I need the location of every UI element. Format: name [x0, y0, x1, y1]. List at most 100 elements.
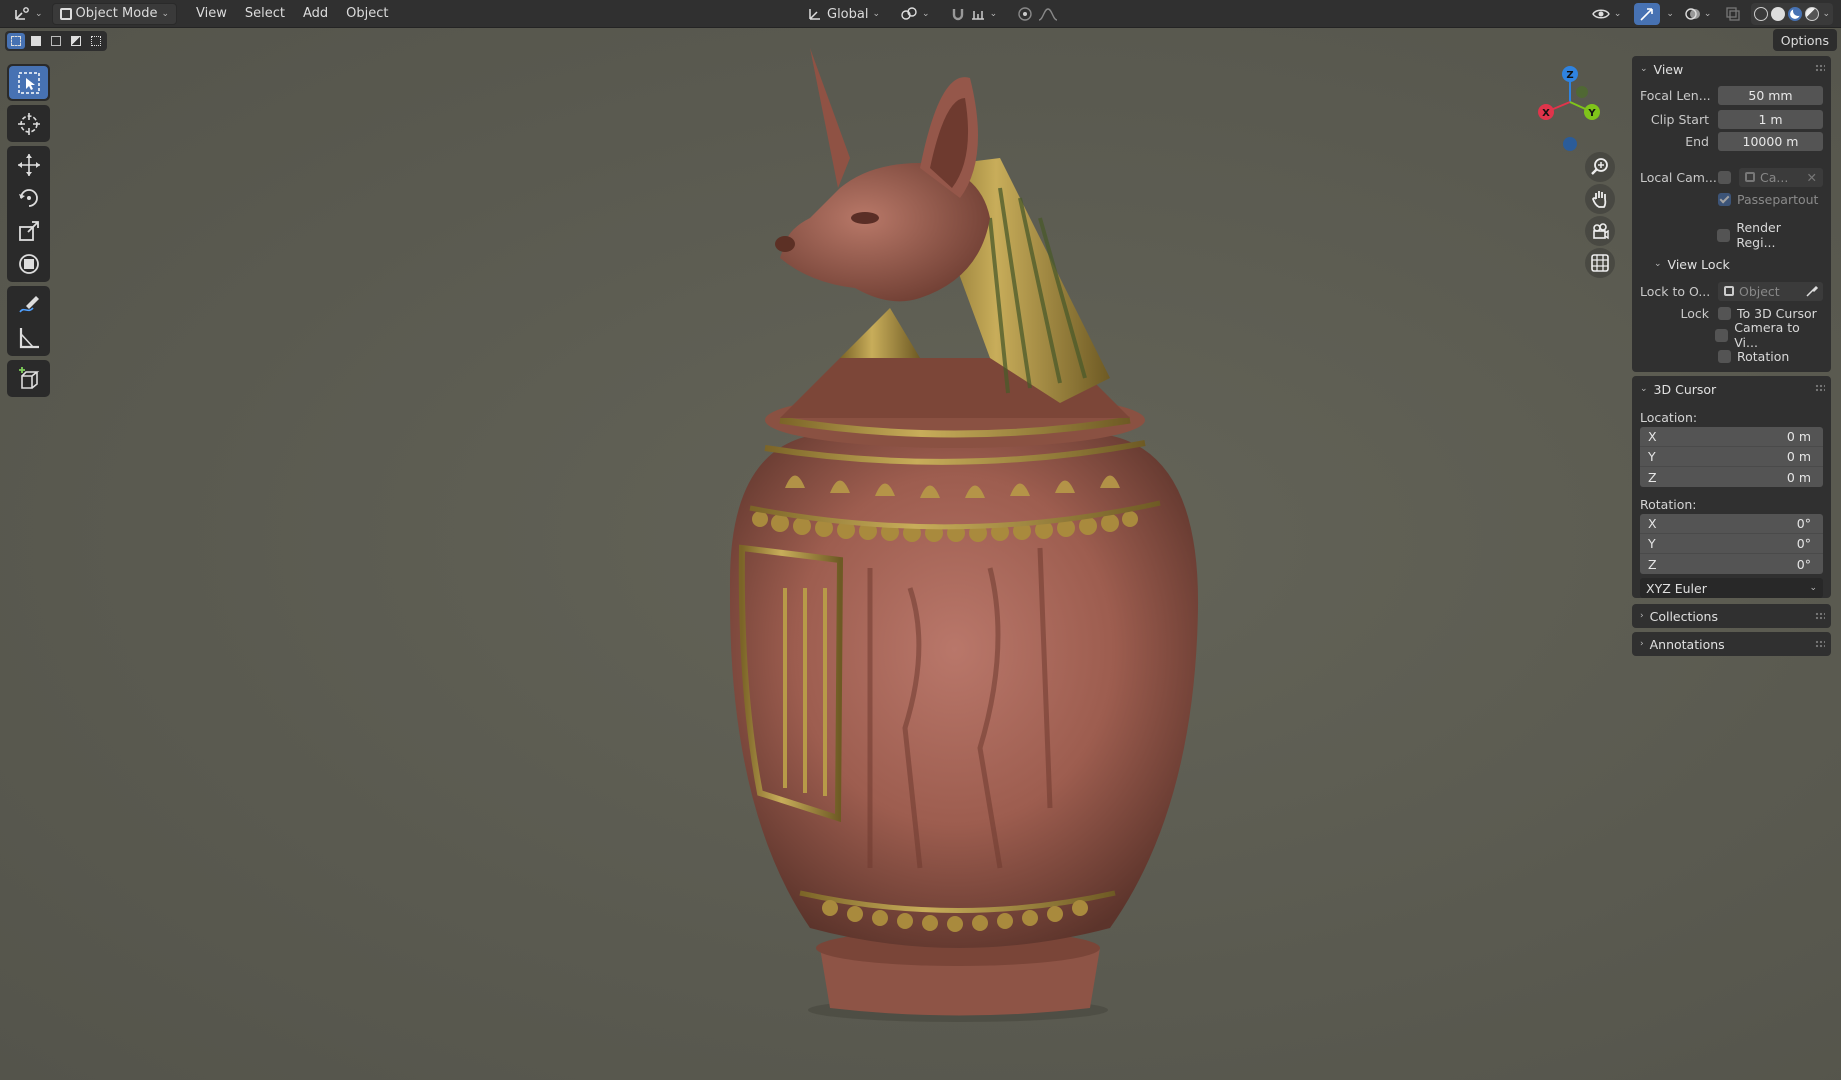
pivot-point-dropdown[interactable]: ⌄ — [893, 3, 937, 25]
drag-handle-icon[interactable] — [1815, 612, 1825, 620]
gizmo-toggle[interactable] — [1634, 3, 1661, 25]
pivot-icon — [901, 7, 917, 20]
snap-toggle[interactable]: ⌄ — [943, 3, 1005, 25]
local-camera-field[interactable]: Ca... ✕ — [1739, 167, 1823, 187]
gizmo-negative-y-axis[interactable] — [1576, 86, 1588, 98]
lock-to-3d-cursor-checkbox[interactable] — [1718, 306, 1731, 320]
view-panel-title: View — [1653, 61, 1684, 77]
move-arrows-icon — [17, 153, 40, 176]
chevron-down-icon: ⌄ — [989, 9, 998, 19]
rotation-y-field[interactable]: Y 0° — [1640, 534, 1823, 554]
menu-view[interactable]: View — [187, 3, 236, 25]
rotate-tool[interactable] — [9, 181, 48, 214]
scale-tool[interactable] — [9, 214, 48, 247]
object-mode-icon — [59, 7, 72, 20]
add-cube-tool[interactable] — [9, 362, 48, 395]
editor-type-button[interactable]: ⌄ — [6, 3, 50, 25]
lock-to-3d-cursor-option[interactable]: To 3D Cursor — [1718, 306, 1817, 321]
passepartout-checkbox[interactable] — [1718, 192, 1731, 206]
annotations-panel-header[interactable]: › Annotations — [1632, 632, 1831, 656]
location-y-field[interactable]: Y 0 m — [1640, 447, 1823, 467]
drag-handle-icon[interactable] — [1815, 64, 1825, 72]
cursor-tool[interactable] — [9, 107, 48, 140]
gizmo-negative-z-axis[interactable] — [1563, 137, 1577, 151]
focal-length-label: Focal Len... — [1640, 87, 1711, 103]
select-invert-mode[interactable] — [67, 33, 85, 49]
magnet-icon — [952, 9, 963, 21]
annotate-tool[interactable] — [9, 288, 48, 321]
overlays-toggle[interactable]: ⌄ — [1680, 3, 1716, 25]
proportional-editing-toggle[interactable] — [1010, 3, 1066, 25]
solid-shading-icon[interactable] — [1771, 7, 1786, 21]
lock-camera-to-view-checkbox[interactable] — [1715, 328, 1729, 342]
select-extend-mode[interactable] — [27, 33, 45, 49]
camera-view-button[interactable] — [1585, 216, 1615, 246]
lock-to-object-field[interactable]: Object — [1718, 281, 1823, 301]
annotations-panel: › Annotations — [1632, 632, 1831, 656]
lock-label: Lock — [1680, 305, 1709, 321]
select-intersect-mode[interactable] — [87, 33, 105, 49]
menu-select[interactable]: Select — [236, 3, 294, 25]
3d-cursor-panel-header[interactable]: ⌄ 3D Cursor — [1632, 376, 1831, 402]
drag-handle-icon[interactable] — [1815, 384, 1825, 392]
annotations-panel-title: Annotations — [1649, 636, 1725, 652]
mode-label: Object Mode — [75, 6, 158, 21]
transform-orientation-dropdown[interactable]: Global ⌄ — [800, 3, 887, 25]
eyedropper-icon[interactable] — [1805, 284, 1819, 298]
drag-handle-icon[interactable] — [1815, 640, 1825, 648]
xray-icon — [1726, 7, 1741, 21]
select-subtract-mode[interactable] — [47, 33, 65, 49]
render-region-option[interactable]: Render Regi... — [1717, 220, 1823, 250]
rotation-z-field[interactable]: Z 0° — [1640, 554, 1823, 574]
rendered-shading-icon[interactable] — [1805, 7, 1820, 21]
chevron-down-icon: ⌄ — [35, 8, 43, 19]
render-region-checkbox[interactable] — [1717, 228, 1731, 242]
orientation-label: Global — [827, 6, 869, 22]
lock-rotation-checkbox[interactable] — [1718, 349, 1731, 363]
chevron-down-icon[interactable]: ⌄ — [1822, 9, 1830, 19]
chevron-down-icon[interactable]: ⌄ — [1666, 9, 1674, 19]
view-panel-header[interactable]: ⌄ View — [1632, 56, 1831, 82]
collections-panel-header[interactable]: › Collections — [1632, 604, 1831, 628]
passepartout-option[interactable]: Passepartout — [1718, 192, 1818, 207]
xray-toggle[interactable] — [1721, 3, 1745, 25]
canopic-jar-model[interactable] — [690, 48, 1230, 1028]
move-tool[interactable] — [9, 148, 48, 181]
menu-add[interactable]: Add — [294, 3, 337, 25]
navigation-gizmo[interactable]: Z X Y — [1530, 62, 1610, 152]
options-button[interactable]: Options — [1772, 29, 1837, 51]
select-box-tool[interactable] — [9, 66, 48, 99]
eye-icon — [1591, 9, 1610, 19]
zoom-button[interactable] — [1585, 152, 1615, 182]
location-z-field[interactable]: Z 0 m — [1640, 467, 1823, 487]
mode-selector[interactable]: Object Mode ⌄ — [51, 2, 177, 25]
hand-icon — [1592, 191, 1607, 208]
focal-length-field[interactable]: 50 mm — [1718, 85, 1823, 105]
clear-icon[interactable]: ✕ — [1807, 168, 1817, 187]
lock-rotation-option[interactable]: Rotation — [1718, 349, 1789, 364]
axis-label: Z — [1648, 469, 1657, 485]
selection-mode-group — [5, 31, 107, 51]
select-new-mode[interactable] — [7, 33, 25, 49]
local-camera-checkbox[interactable] — [1718, 170, 1731, 184]
clip-end-label: End — [1685, 133, 1709, 149]
visibility-dropdown[interactable]: ⌄ — [1585, 3, 1629, 25]
pan-button[interactable] — [1585, 184, 1615, 214]
menu-object[interactable]: Object — [337, 3, 397, 25]
3d-cursor-panel: ⌄ 3D Cursor Location: X 0 m Y 0 m Z 0 m Rot… — [1632, 376, 1831, 598]
measure-tool[interactable] — [9, 321, 48, 354]
clip-end-field[interactable]: 10000 m — [1718, 131, 1823, 151]
location-x-field[interactable]: X 0 m — [1640, 427, 1823, 447]
clip-start-field[interactable]: 1 m — [1718, 109, 1823, 129]
clip-start-label: Clip Start — [1650, 111, 1709, 127]
lock-to-object-placeholder: Object — [1739, 283, 1780, 299]
rotation-mode-dropdown[interactable]: XYZ Euler ⌄ — [1640, 578, 1823, 598]
rotation-x-field[interactable]: X 0° — [1640, 514, 1823, 534]
view-lock-subpanel-header[interactable]: ⌄ View Lock — [1632, 252, 1831, 276]
perspective-toggle-button[interactable] — [1585, 248, 1615, 278]
add-cube-icon — [18, 366, 39, 389]
transform-tool[interactable] — [9, 247, 48, 280]
wireframe-shading-icon[interactable] — [1754, 7, 1769, 21]
lock-camera-to-view-option[interactable]: Camera to Vi... — [1715, 320, 1823, 350]
material-preview-icon[interactable] — [1788, 7, 1803, 21]
